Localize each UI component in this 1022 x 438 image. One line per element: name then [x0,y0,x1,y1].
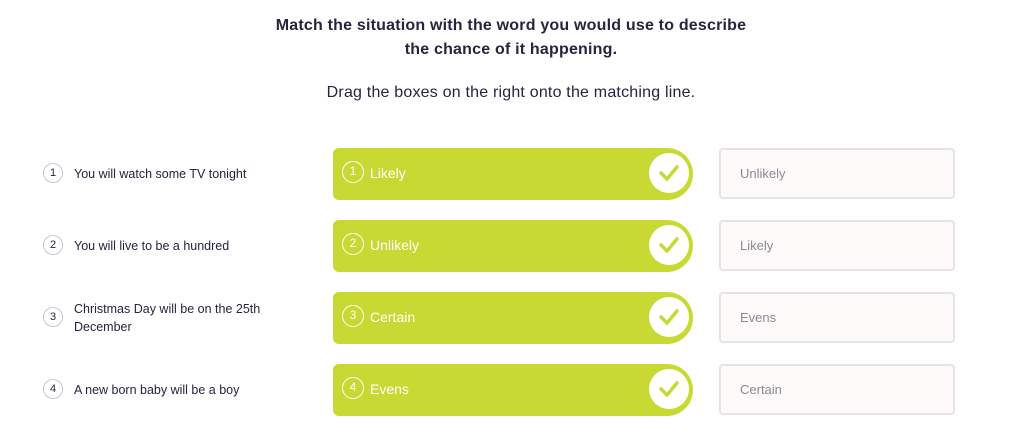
match-row: 2 You will live to be a hundred 2 Unlike… [0,220,1022,272]
draggable-option[interactable]: Certain [719,364,955,415]
situation-number: 4 [43,379,63,399]
matching-activity: Match the situation with the word you wo… [0,0,1022,438]
answer-slot[interactable]: 2 Unlikely [333,220,693,272]
answer-slot[interactable]: 1 Likely [333,148,693,200]
situation-number: 2 [43,235,63,255]
answer-number: 1 [342,161,364,183]
instructions-title: Match the situation with the word you wo… [0,14,1022,62]
situation-number: 1 [43,163,63,183]
answer-number: 4 [342,377,364,399]
answer-label: Likely [370,165,406,181]
situation-text: A new born baby will be a boy [74,383,240,397]
answer-number: 2 [342,233,364,255]
match-row: 1 You will watch some TV tonight 1 Likel… [0,148,1022,200]
situation-number: 3 [43,307,63,327]
draggable-option[interactable]: Likely [719,220,955,271]
draggable-option[interactable]: Evens [719,292,955,343]
instructions-subtitle: Drag the boxes on the right onto the mat… [326,84,696,101]
check-icon [649,369,689,409]
instructions: Match the situation with the word you wo… [0,14,1022,104]
instructions-title-line-2: the chance of it happening. [404,41,618,58]
match-row: 3 Christmas Day will be on the 25th Dece… [0,292,1022,344]
draggable-option[interactable]: Unlikely [719,148,955,199]
check-icon [649,153,689,193]
instructions-title-line-1: Match the situation with the word you wo… [275,17,747,34]
answer-number: 3 [342,305,364,327]
check-icon [649,297,689,337]
situation-text: You will live to be a hundred [74,239,230,253]
answer-label: Certain [370,309,416,325]
situation-text: You will watch some TV tonight [74,167,247,181]
answer-slot[interactable]: 3 Certain [333,292,693,344]
situation-text: Christmas Day will be on the 25th Decemb… [74,302,261,334]
answer-label: Evens [370,381,409,397]
check-icon [649,225,689,265]
match-row: 4 A new born baby will be a boy 4 Evens … [0,364,1022,416]
answer-label: Unlikely [370,237,420,253]
answer-slot[interactable]: 4 Evens [333,364,693,416]
